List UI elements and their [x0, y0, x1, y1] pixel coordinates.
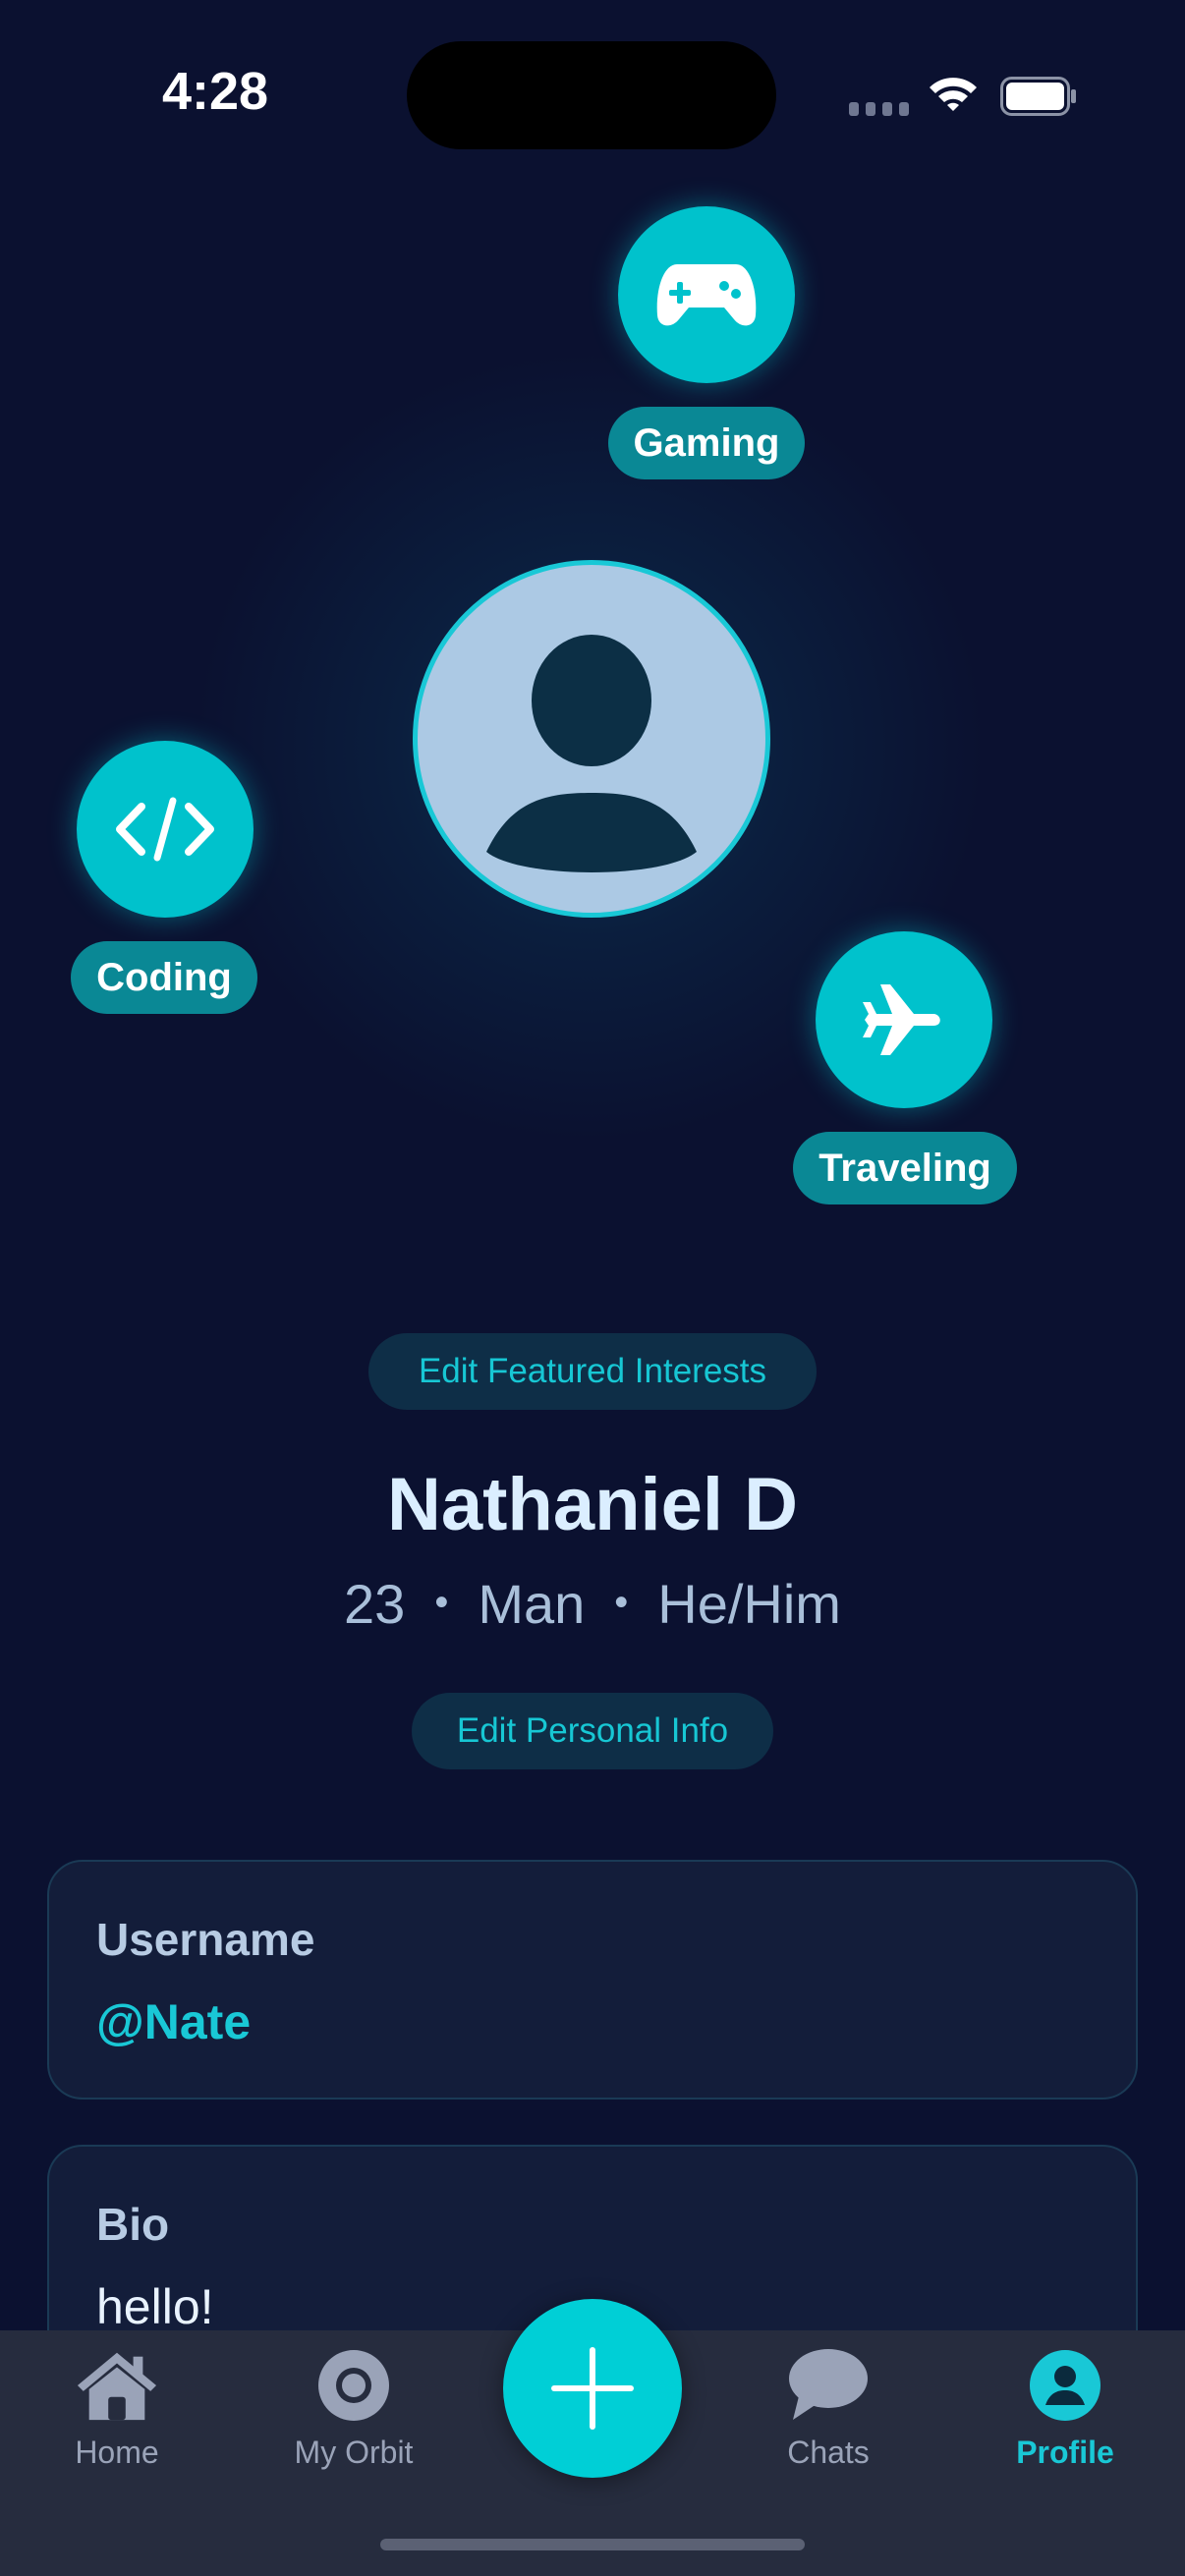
interest-gaming-bubble[interactable]	[618, 206, 795, 383]
username-label: Username	[96, 1914, 315, 1965]
edit-personal-info-button[interactable]: Edit Personal Info	[412, 1693, 773, 1769]
profile-name: Nathaniel D	[386, 1463, 799, 1546]
status-time: 4:28	[162, 62, 269, 121]
dynamic-island	[407, 41, 776, 149]
bio-value: hello!	[96, 2279, 214, 2334]
tab-home[interactable]: Home	[19, 2344, 215, 2482]
tab-profile[interactable]: Profile	[967, 2344, 1163, 2482]
separator-dot: •	[434, 1580, 449, 1624]
home-icon	[77, 2352, 157, 2421]
person-icon	[486, 635, 697, 872]
bio-label: Bio	[96, 2199, 170, 2250]
wifi-icon	[930, 78, 977, 111]
interest-coding-bubble[interactable]	[77, 741, 254, 918]
interest-chip: Traveling	[793, 1132, 1017, 1204]
tab-home-label: Home	[75, 2435, 159, 2470]
battery-icon	[1000, 77, 1076, 116]
tab-my-orbit-label: My Orbit	[294, 2435, 414, 2470]
orbit-icon	[318, 2350, 389, 2421]
profile-pronouns: He/Him	[657, 1573, 841, 1635]
interest-traveling-bubble[interactable]	[816, 931, 992, 1108]
home-indicator	[380, 2539, 805, 2550]
add-button[interactable]	[503, 2299, 682, 2478]
tab-chats[interactable]: Chats	[730, 2344, 927, 2482]
username-value: @Nate	[96, 1994, 252, 2049]
interest-chip: Gaming	[608, 407, 805, 479]
profile-gender: Man	[478, 1573, 586, 1635]
username-card: Username @Nate	[47, 1860, 1138, 2100]
profile-avatar[interactable]	[413, 560, 770, 918]
plus-icon	[551, 2347, 634, 2430]
profile-icon	[1030, 2350, 1100, 2421]
gamepad-icon	[656, 264, 757, 326]
profile-meta: 23 • Man • He/Him	[0, 1572, 1185, 1636]
separator-dot: •	[614, 1580, 629, 1624]
chat-bubble-icon	[789, 2349, 868, 2420]
interest-chip: Coding	[71, 941, 257, 1014]
cellular-signal-icon	[849, 102, 910, 116]
tab-chats-label: Chats	[787, 2435, 870, 2470]
airplane-icon	[863, 984, 940, 1055]
tab-my-orbit[interactable]: My Orbit	[255, 2344, 452, 2482]
code-icon	[116, 797, 214, 862]
profile-age: 23	[344, 1573, 406, 1635]
tab-profile-label: Profile	[1016, 2435, 1114, 2470]
edit-featured-interests-button[interactable]: Edit Featured Interests	[368, 1333, 817, 1410]
